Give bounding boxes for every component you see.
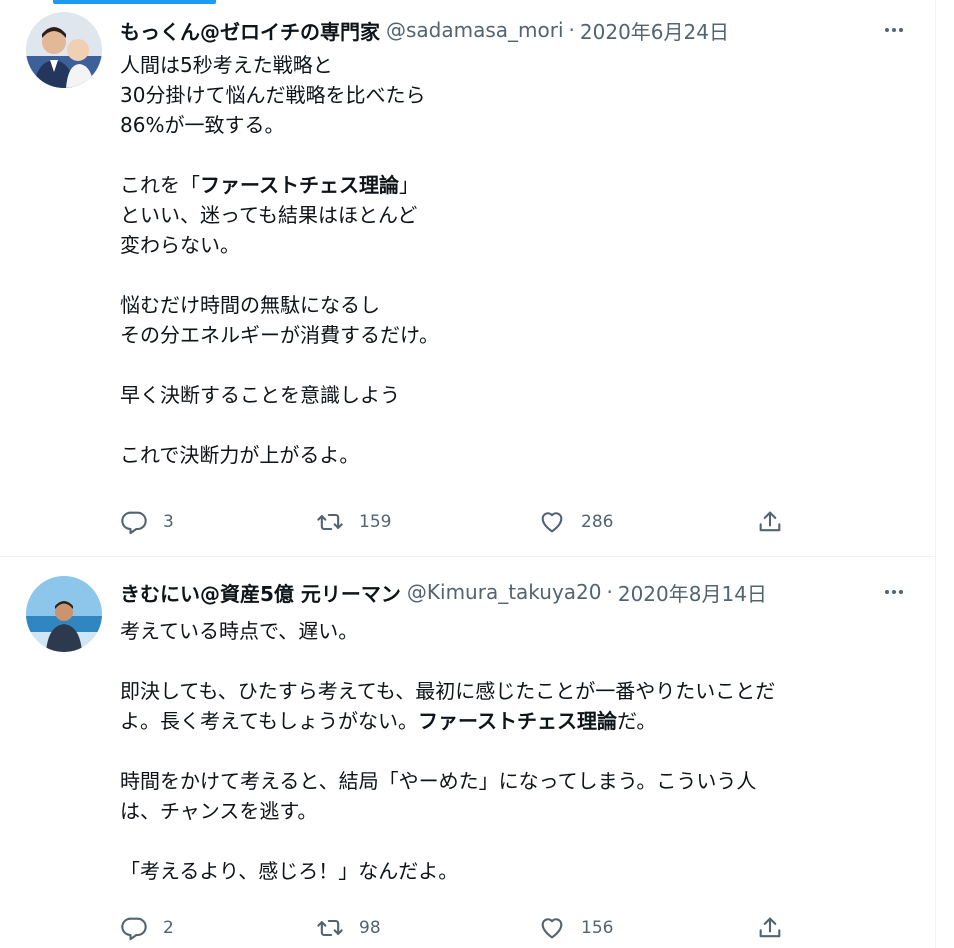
text-line: これを「ファーストチェス理論」 [120,170,895,200]
more-button[interactable] [879,577,909,607]
display-name[interactable]: きむにい@資産5億 元リーマン [120,578,401,607]
reply-count: 3 [163,512,174,532]
avatar[interactable] [26,12,102,88]
tweet-header: きむにい@資産5億 元リーマン @Kimura_takuya20 · 2020年… [120,576,865,608]
avatar[interactable] [26,576,102,652]
text-line: その分エネルギーが消費するだけ。 [120,323,439,347]
text-line: 考えている時点で、遅い。 [120,619,359,643]
text-line: 早く決断することを意識しよう [120,383,400,407]
tweet[interactable]: もっくん@ゼロイチの専門家 @sadamasa_mori · 2020年6月24… [0,0,935,557]
tweet-header: もっくん@ゼロイチの専門家 @sadamasa_mori · 2020年6月24… [120,14,865,46]
like-button[interactable]: 286 [538,505,613,539]
avatar-man-at-beach-icon [26,576,102,652]
text-line: といい、迷っても結果はほとんど [120,203,418,227]
text-line: 30分掛けて悩んだ戦略を比べたら [120,83,426,107]
text-line: 「考えるより、感じろ！」なんだよ。 [120,859,459,883]
more-dots-icon [885,28,889,32]
reply-button[interactable]: 2 [120,911,174,945]
text-line: よ。長く考えてもしょうがない。ファーストチェス理論だ。 [120,706,895,736]
user-handle[interactable]: @sadamasa_mori [386,18,564,42]
more-dot [899,590,903,594]
like-button[interactable]: 156 [538,911,613,945]
user-handle[interactable]: @Kimura_takuya20 [407,580,602,604]
tweet-actions: 2 98 156 [120,911,800,945]
retweet-count: 159 [359,512,392,532]
retweet-icon [317,513,343,531]
tweet-date[interactable]: 2020年8月14日 [618,578,767,607]
separator: · [606,580,613,604]
tweet-actions: 3 159 286 [120,505,800,539]
reply-icon [121,917,147,941]
bold-text: ファーストチェス理論 [200,173,399,197]
display-name[interactable]: もっくん@ゼロイチの専門家 [120,16,380,45]
tweet-text: 人間は5秒考えた戦略と 30分掛けて悩んだ戦略を比べたら 86%が一致する。 こ… [120,50,895,470]
retweet-button[interactable]: 159 [316,505,391,539]
reply-button[interactable]: 3 [120,505,174,539]
text-segment: 」 [399,173,419,197]
tweet-date[interactable]: 2020年6月24日 [580,16,729,45]
like-icon [541,512,563,533]
text-line: 人間は5秒考えた戦略と [120,53,333,77]
text-line: 悩むだけ時間の無駄になるし [120,293,380,317]
more-dot [899,28,903,32]
tweet-text: 考えている時点で、遅い。 即決しても、ひたすら考えても、最初に感じたことが一番や… [120,616,895,886]
separator: · [568,18,575,42]
column-divider [935,0,936,948]
text-line: 即決しても、ひたすら考えても、最初に感じたことが一番やりたいことだ [120,679,776,703]
text-line: 86%が一致する。 [120,113,285,137]
like-count: 286 [581,512,614,532]
retweet-button[interactable]: 98 [316,911,381,945]
share-button[interactable] [756,911,784,945]
more-dot [892,590,896,594]
like-icon [541,918,563,939]
more-dots-icon [885,590,889,594]
like-count: 156 [581,918,614,938]
text-segment: だ。 [617,709,657,733]
text-segment: よ。長く考えてもしょうがない。 [120,709,418,733]
text-line: これで決断力が上がるよ。 [120,443,360,467]
share-icon [759,511,781,532]
more-dot [892,28,896,32]
bold-text: ファーストチェス理論 [418,709,617,733]
more-button[interactable] [879,15,909,45]
text-segment: これを「 [120,173,200,197]
share-icon [759,917,781,938]
retweet-icon [317,919,343,937]
avatar-man-holding-baby-icon [26,12,102,88]
share-button[interactable] [756,505,784,539]
text-line: は、チャンスを逃す。 [120,799,318,823]
reply-icon [121,511,147,535]
retweet-count: 98 [359,918,381,938]
tweet[interactable]: きむにい@資産5億 元リーマン @Kimura_takuya20 · 2020年… [0,557,935,948]
text-line: 時間をかけて考えると、結局「やーめた」になってしまう。こういう人 [120,769,757,793]
text-line: 変わらない。 [120,233,240,257]
reply-count: 2 [163,918,174,938]
